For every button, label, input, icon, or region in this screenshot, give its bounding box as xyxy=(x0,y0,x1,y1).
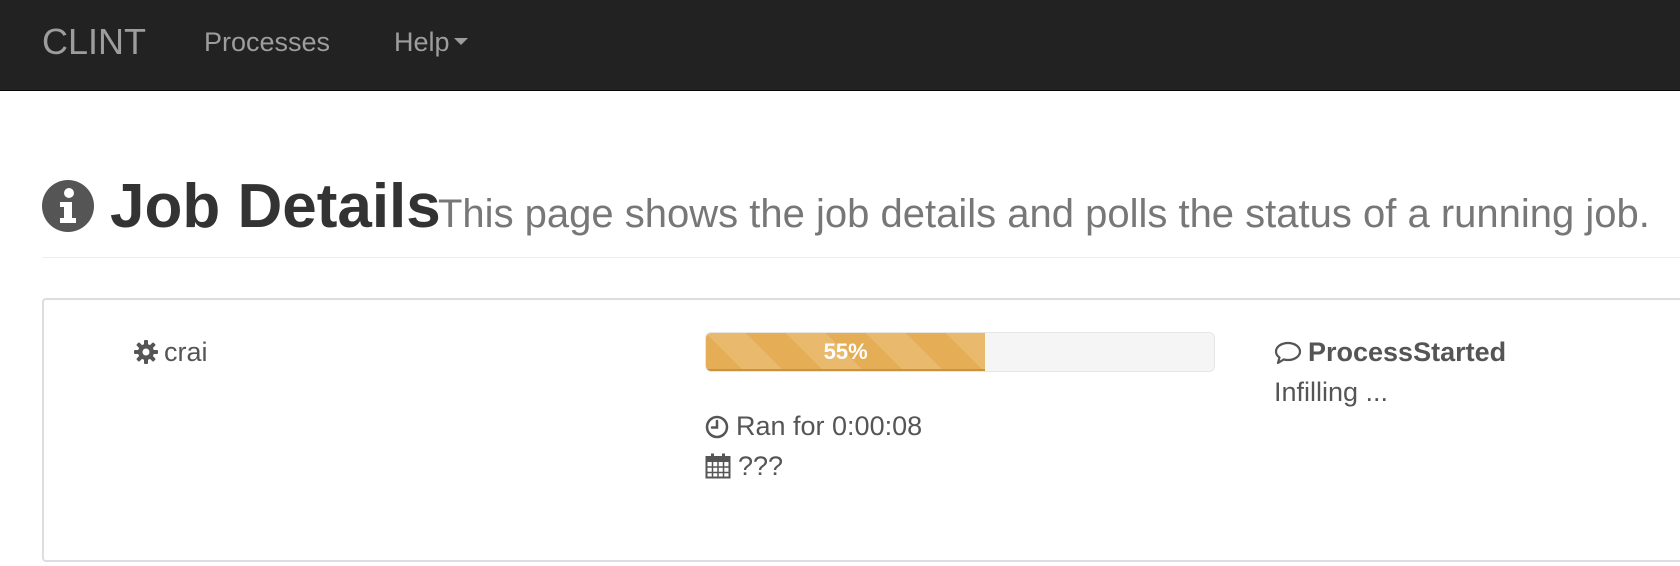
job-name: crai xyxy=(134,336,208,368)
run-time-label: Ran for 0:00:08 xyxy=(736,411,923,441)
page-subtitle: This page shows the job details and poll… xyxy=(438,192,1650,236)
progress-bar-fill: 55% xyxy=(706,333,986,371)
gear-icon xyxy=(134,340,158,364)
nav-processes[interactable]: Processes xyxy=(204,26,330,58)
info-circle-icon xyxy=(42,180,94,232)
caret-down-icon xyxy=(453,38,468,46)
page-title: Job Details xyxy=(110,172,441,241)
brand-link[interactable]: CLINT xyxy=(42,22,146,62)
progress-bar: 55% xyxy=(705,332,1215,372)
job-name-label: crai xyxy=(164,337,208,367)
status-message: Infilling ... xyxy=(1274,377,1389,407)
job-panel: crai 55% Ran for 0:00:08 ??? ProcessStar… xyxy=(42,298,1680,562)
start-date: ??? xyxy=(705,450,783,482)
calendar-icon xyxy=(705,453,731,479)
status-label: ProcessStarted xyxy=(1308,337,1507,367)
clock-icon xyxy=(705,415,729,439)
start-date-label: ??? xyxy=(738,451,784,481)
navbar: CLINT Processes Help xyxy=(0,0,1680,91)
status-name: ProcessStarted xyxy=(1274,336,1506,368)
nav-help-label: Help xyxy=(394,27,450,57)
comment-icon xyxy=(1274,341,1302,365)
nav-help-dropdown[interactable]: Help xyxy=(394,26,468,58)
progress-label: 55% xyxy=(823,339,868,364)
run-time: Ran for 0:00:08 xyxy=(705,410,922,442)
page-header: Job Details This page shows the job deta… xyxy=(42,168,1680,258)
